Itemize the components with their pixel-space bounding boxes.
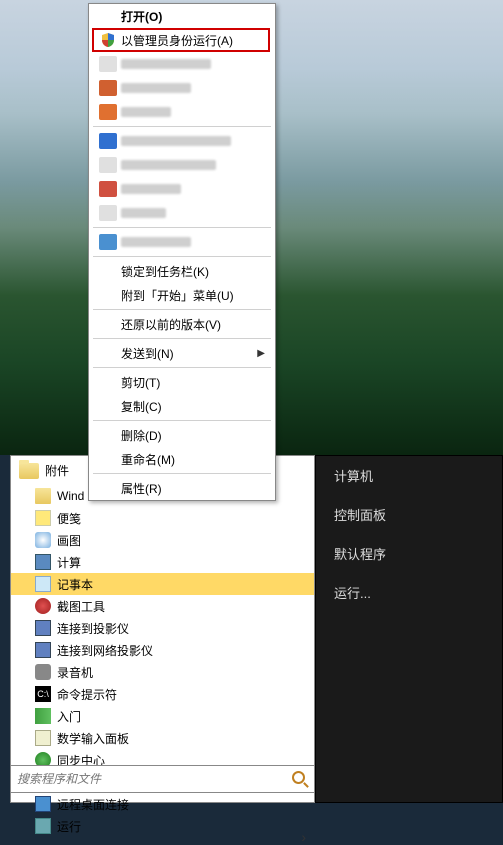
sidebar-item-control-panel[interactable]: 控制面板 bbox=[316, 495, 502, 534]
program-paint[interactable]: 画图 bbox=[11, 529, 314, 551]
program-connect-network-projector[interactable]: 连接到网络投影仪 bbox=[11, 639, 314, 661]
separator bbox=[93, 420, 271, 421]
ctx-blurred-item[interactable] bbox=[89, 177, 275, 201]
ctx-blurred-item[interactable] bbox=[89, 100, 275, 124]
sidebar-item-default-programs[interactable]: 默认程序 bbox=[316, 534, 502, 573]
separator bbox=[93, 473, 271, 474]
separator bbox=[93, 126, 271, 127]
scroll-chevron-icon[interactable]: › bbox=[301, 829, 306, 845]
sidebar-item-run[interactable]: 运行... bbox=[316, 573, 502, 612]
program-snipping-tool[interactable]: 截图工具 bbox=[11, 595, 314, 617]
rdp-icon bbox=[35, 796, 51, 812]
paint-icon bbox=[35, 532, 51, 548]
ctx-run-as-admin[interactable]: 以管理员身份运行(A) bbox=[89, 28, 275, 52]
app-icon bbox=[35, 488, 51, 504]
program-sticky-notes[interactable]: 便笺 bbox=[11, 507, 314, 529]
ctx-blurred-item[interactable] bbox=[89, 153, 275, 177]
folder-label: 附件 bbox=[45, 462, 69, 479]
start-menu-right-panel: 计算机 控制面板 默认程序 运行... bbox=[315, 455, 503, 803]
ctx-blurred-item[interactable] bbox=[89, 230, 275, 254]
ctx-rename[interactable]: 重命名(M) bbox=[89, 447, 275, 471]
ctx-open[interactable]: 打开(O) bbox=[89, 4, 275, 28]
separator bbox=[93, 256, 271, 257]
program-math-input[interactable]: 数学输入面板 bbox=[11, 727, 314, 749]
program-notepad[interactable]: 记事本 bbox=[11, 573, 314, 595]
projector-icon bbox=[35, 620, 51, 636]
ctx-properties[interactable]: 属性(R) bbox=[89, 476, 275, 500]
ctx-delete[interactable]: 删除(D) bbox=[89, 423, 275, 447]
ctx-blurred-item[interactable] bbox=[89, 52, 275, 76]
ctx-blurred-item[interactable] bbox=[89, 201, 275, 225]
ctx-pin-start[interactable]: 附到「开始」菜单(U) bbox=[89, 283, 275, 307]
ctx-restore-versions[interactable]: 还原以前的版本(V) bbox=[89, 312, 275, 336]
notepad-icon bbox=[35, 576, 51, 592]
ctx-cut[interactable]: 剪切(T) bbox=[89, 370, 275, 394]
run-icon bbox=[35, 818, 51, 834]
sidebar-item-computer[interactable]: 计算机 bbox=[316, 456, 502, 495]
ctx-blurred-item[interactable] bbox=[89, 129, 275, 153]
separator bbox=[93, 367, 271, 368]
search-icon[interactable] bbox=[292, 771, 308, 787]
flag-icon bbox=[35, 708, 51, 724]
ctx-send-to[interactable]: 发送到(N)▶ bbox=[89, 341, 275, 365]
program-connect-projector[interactable]: 连接到投影仪 bbox=[11, 617, 314, 639]
ctx-blurred-item[interactable] bbox=[89, 76, 275, 100]
program-calculator[interactable]: 计算 bbox=[11, 551, 314, 573]
submenu-arrow-icon: ▶ bbox=[257, 348, 265, 359]
context-menu: 打开(O) 以管理员身份运行(A) 锁定到任务栏(K) 附到「开始」菜单(U) … bbox=[88, 3, 276, 501]
search-input[interactable] bbox=[17, 772, 292, 786]
ctx-pin-taskbar[interactable]: 锁定到任务栏(K) bbox=[89, 259, 275, 283]
shield-icon bbox=[99, 32, 117, 48]
blank-icon bbox=[99, 8, 117, 24]
cmd-icon: C:\ bbox=[35, 686, 51, 702]
search-box[interactable] bbox=[10, 765, 315, 793]
program-sound-recorder[interactable]: 录音机 bbox=[11, 661, 314, 683]
program-getting-started[interactable]: 入门 bbox=[11, 705, 314, 727]
math-icon bbox=[35, 730, 51, 746]
scissors-icon bbox=[35, 598, 51, 614]
sticky-note-icon bbox=[35, 510, 51, 526]
mic-icon bbox=[35, 664, 51, 680]
folder-icon bbox=[19, 463, 39, 479]
network-projector-icon bbox=[35, 642, 51, 658]
calculator-icon bbox=[35, 554, 51, 570]
separator bbox=[93, 309, 271, 310]
separator bbox=[93, 227, 271, 228]
program-run[interactable]: 运行 bbox=[11, 815, 314, 837]
ctx-copy[interactable]: 复制(C) bbox=[89, 394, 275, 418]
start-menu-left-panel: 附件 Wind 便笺 画图 计算 记事本 截图工具 连接到投影仪 连接到网络投影… bbox=[10, 455, 315, 803]
program-cmd[interactable]: C:\命令提示符 bbox=[11, 683, 314, 705]
separator bbox=[93, 338, 271, 339]
